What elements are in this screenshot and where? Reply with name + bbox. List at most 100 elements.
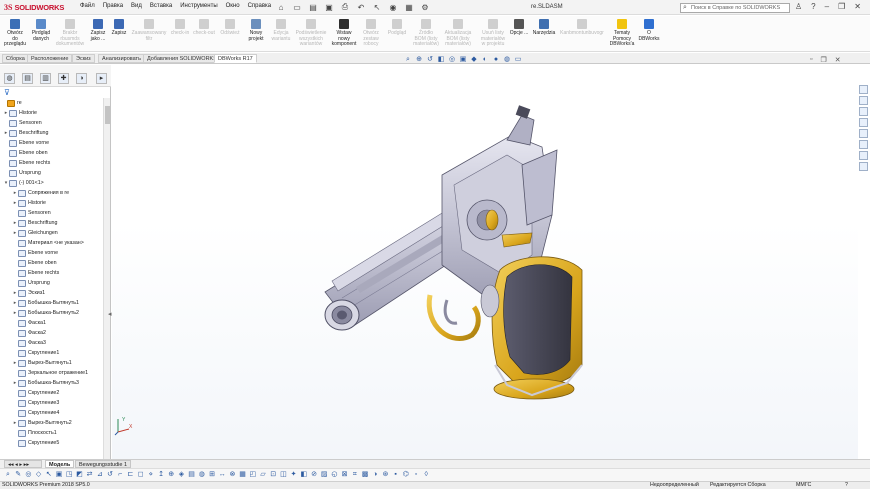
tree-node[interactable]: Скругление1 xyxy=(12,348,59,358)
shortcut-tool-icon[interactable]: ◩ xyxy=(75,471,83,479)
shortcut-tool-icon[interactable]: ◧ xyxy=(300,471,308,479)
tree-node[interactable]: Ebene oben xyxy=(3,148,48,158)
shortcut-tool-icon[interactable]: ↔ xyxy=(218,471,226,479)
ribbon-button-tools[interactable]: Narzędzia xyxy=(532,19,556,37)
view-orientation-icon[interactable]: ▣ xyxy=(459,56,467,64)
tree-node[interactable]: re xyxy=(1,98,22,108)
shortcut-tool-icon[interactable]: ↖ xyxy=(45,471,53,479)
tree-node[interactable]: ▸ Бобышка-Вытянуть1 xyxy=(12,298,79,308)
appearances-icon[interactable] xyxy=(859,129,868,138)
view-settings-icon[interactable]: ▭ xyxy=(514,56,522,64)
select-icon[interactable]: ↖ xyxy=(372,2,382,12)
display-style-icon[interactable]: ◆ xyxy=(470,56,478,64)
solidworks-logo[interactable]: 3S SOLIDWORKS xyxy=(4,2,64,13)
shortcut-tool-icon[interactable]: ◰ xyxy=(249,471,257,479)
shortcut-tool-icon[interactable]: ◇ xyxy=(35,471,43,479)
tree-node[interactable]: Скругление5 xyxy=(12,438,59,448)
home-icon[interactable]: ⌂ xyxy=(276,2,286,12)
ribbon-button-preview[interactable]: Pirdgląd danych xyxy=(30,19,52,42)
doc-restore-icon[interactable]: ❐ xyxy=(820,56,826,64)
tree-node[interactable]: Sensoren xyxy=(3,118,42,128)
tree-node[interactable]: Ebene oben xyxy=(12,258,57,268)
close-icon[interactable]: ✕ xyxy=(854,2,861,11)
display-manager-tab-icon[interactable]: ◑ xyxy=(76,73,87,84)
file-props-icon[interactable]: ▦ xyxy=(404,2,414,12)
ribbon-button-open[interactable]: Otwórz do przeglądu xyxy=(3,19,27,48)
ribbon-button-refresh[interactable]: Odśwież xyxy=(219,19,241,37)
tab-scroll-arrows[interactable]: ◂◂ ◂ ▸ ▸▸ xyxy=(4,460,42,468)
shortcut-tool-icon[interactable]: ⊿ xyxy=(96,471,104,479)
dynamic-annotation-icon[interactable]: ◎ xyxy=(448,56,456,64)
shortcut-tool-icon[interactable]: ⊘ xyxy=(310,471,318,479)
tab-2[interactable]: Эскиз xyxy=(72,54,95,63)
ribbon-button-check-in[interactable]: check-in xyxy=(170,19,190,37)
scroll-thumb[interactable] xyxy=(105,106,110,124)
custom-properties-icon[interactable] xyxy=(859,140,868,149)
shortcut-tool-icon[interactable]: ⌕ xyxy=(4,471,12,479)
resources-icon[interactable] xyxy=(859,85,868,94)
shortcut-tool-icon[interactable]: ⌐ xyxy=(116,471,124,479)
tree-node[interactable]: Ebene rechts xyxy=(12,268,59,278)
doc-minimize-icon[interactable]: ▫ xyxy=(810,56,812,64)
dimxpert-tab-icon[interactable]: ✚ xyxy=(58,73,69,84)
options-gear-icon[interactable]: ⚙ xyxy=(420,2,430,12)
bottom-tab-0[interactable]: Модель xyxy=(45,460,75,468)
ribbon-button-bom-update[interactable]: Aktualizacja BOM (listy materiałów) xyxy=(442,19,474,48)
tree-node[interactable]: ▸ Вырез-Вытянуть2 xyxy=(12,418,72,428)
tree-node[interactable]: Фаска2 xyxy=(12,328,46,338)
dbworks-pane-icon[interactable] xyxy=(859,162,868,171)
ribbon-button-filter[interactable]: Zaawansowany filtr xyxy=(130,19,168,42)
help-search-input[interactable]: ⌕ Поиск в Справке по SOLIDWORKS xyxy=(680,3,790,13)
tree-node[interactable]: Ursprung xyxy=(12,278,50,288)
view-palette-icon[interactable] xyxy=(859,118,868,127)
menu-item[interactable]: Правка xyxy=(103,3,123,9)
shortcut-tool-icon[interactable]: ◵ xyxy=(330,471,338,479)
tree-node[interactable]: Ebene vorne xyxy=(12,248,58,258)
shortcut-tool-icon[interactable]: ⊠ xyxy=(341,471,349,479)
tree-node[interactable]: ▸ Эскиз1 xyxy=(12,288,45,298)
shortcut-tool-icon[interactable]: ▣ xyxy=(55,471,63,479)
shortcut-tool-icon[interactable]: ▨ xyxy=(320,471,328,479)
user-icon[interactable]: ♙ xyxy=(795,2,802,11)
tab-0[interactable]: Сборка xyxy=(2,54,29,63)
shortcut-tool-icon[interactable]: ⊕ xyxy=(167,471,175,479)
property-manager-tab-icon[interactable]: ▤ xyxy=(22,73,33,84)
menu-item[interactable]: Файл xyxy=(80,3,95,9)
tree-node[interactable]: Материал <не указан> xyxy=(12,238,84,248)
ribbon-button-check-out[interactable]: check-out xyxy=(193,19,215,37)
ribbon-button-highlight-variants[interactable]: Podświetlenie wszystkich wariantów xyxy=(295,19,327,48)
filter-icon[interactable]: ⊽ xyxy=(4,88,10,97)
graphics-area[interactable] xyxy=(112,65,858,459)
minimize-icon[interactable]: – xyxy=(825,2,829,11)
tree-node[interactable]: Ursprung xyxy=(3,168,41,178)
tree-node[interactable]: Ebene rechts xyxy=(3,158,50,168)
apply-scene-icon[interactable]: ◍ xyxy=(503,56,511,64)
shortcut-tool-icon[interactable]: ⌗ xyxy=(351,471,359,479)
shortcut-tool-icon[interactable]: ◑ xyxy=(371,471,379,479)
menu-item[interactable]: Вставка xyxy=(150,3,172,9)
tab-1[interactable]: Расположение xyxy=(27,54,73,63)
tree-node[interactable]: ▸ Beschriftung xyxy=(3,128,48,138)
print-icon[interactable]: ⎙ xyxy=(340,2,350,12)
shortcut-tool-icon[interactable]: ⋄ xyxy=(147,471,155,479)
tree-node[interactable]: Плоскость1 xyxy=(12,428,57,438)
ribbon-button-save-as[interactable]: Zapisz jako ... xyxy=(88,19,108,42)
shortcut-tool-icon[interactable]: ◻ xyxy=(137,471,145,479)
restore-icon[interactable]: ❐ xyxy=(838,2,845,11)
ribbon-button-help-topics[interactable]: Tematy Pomocy DBWorks'a xyxy=(608,19,636,48)
tree-node[interactable]: Sensoren xyxy=(12,208,51,218)
tree-node[interactable]: Скругление4 xyxy=(12,408,59,418)
solidworks-forum-icon[interactable] xyxy=(859,151,868,160)
rebuild-icon[interactable]: ◉ xyxy=(388,2,398,12)
menu-item[interactable]: Вид xyxy=(131,3,142,9)
shortcut-tool-icon[interactable]: ▩ xyxy=(361,471,369,479)
help-icon[interactable]: ? xyxy=(811,2,815,11)
shortcut-tool-icon[interactable]: ▫ xyxy=(412,471,420,479)
revolver-model[interactable] xyxy=(112,65,858,459)
ribbon-button-preview2[interactable]: Podgląd xyxy=(385,19,409,37)
tree-node[interactable]: ▸ Вырез-Вытянуть1 xyxy=(12,358,72,368)
configuration-manager-tab-icon[interactable]: ▥ xyxy=(40,73,51,84)
shortcut-tool-icon[interactable]: ▤ xyxy=(188,471,196,479)
shortcut-tool-icon[interactable]: ⊞ xyxy=(208,471,216,479)
menu-item[interactable]: Инструменты xyxy=(180,3,217,9)
